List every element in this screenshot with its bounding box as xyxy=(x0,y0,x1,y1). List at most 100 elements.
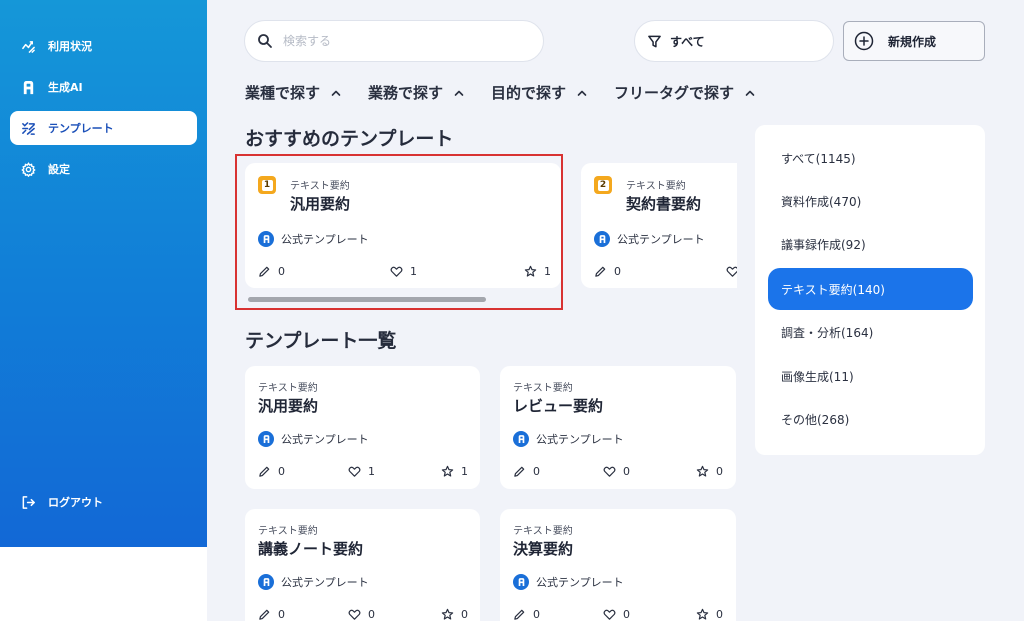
category-item-all[interactable]: すべて(1145) xyxy=(768,137,973,179)
pencil-icon xyxy=(514,466,525,477)
official-label: 公式テンプレート xyxy=(258,574,369,590)
sidebar-item-label: 生成AI xyxy=(48,81,83,94)
chevron-up-icon xyxy=(745,90,755,96)
filter-tab-freetag[interactable]: フリータグで探す xyxy=(614,82,756,103)
filter-icon xyxy=(648,35,661,47)
filter-select-value: すべて xyxy=(670,34,705,49)
filter-tab-purpose[interactable]: 目的で探す xyxy=(491,82,588,103)
filter-tab-business[interactable]: 業務で探す xyxy=(368,82,465,103)
category-item-research[interactable]: 調査・分析(164) xyxy=(768,311,973,353)
ai-logo-icon xyxy=(20,79,36,95)
star-icon xyxy=(441,608,454,620)
official-logo-icon xyxy=(594,231,610,247)
template-card[interactable]: テキスト要約 講義ノート要約 公式テンプレート 0 0 0 xyxy=(245,509,480,621)
filter-tab-label: 業務で探す xyxy=(368,84,444,102)
card-category: テキスト要約 xyxy=(258,526,318,537)
favorite-count[interactable]: 1 xyxy=(441,465,468,478)
card-title: 汎用要約 xyxy=(258,397,319,415)
sidebar-item-label: テンプレート xyxy=(48,122,114,135)
star-icon xyxy=(696,608,709,620)
heart-icon xyxy=(348,466,361,477)
heart-icon xyxy=(603,466,616,477)
pencil-icon xyxy=(514,609,525,620)
category-panel: すべて(1145) 資料作成(470) 議事録作成(92) テキスト要約(140… xyxy=(755,125,985,455)
edit-count[interactable]: 0 xyxy=(513,465,540,478)
category-item-text-summary[interactable]: テキスト要約(140) xyxy=(768,268,973,310)
card-title: 契約書要約 xyxy=(626,195,702,213)
card-category: テキスト要約 xyxy=(258,383,318,394)
filter-tab-industry[interactable]: 業種で探す xyxy=(245,82,342,103)
sidebar-item-ai[interactable]: 生成AI xyxy=(10,70,197,104)
category-item-image[interactable]: 画像生成(11) xyxy=(768,355,973,397)
card-category: テキスト要約 xyxy=(513,526,573,537)
sidebar-item-usage[interactable]: 利用状況 xyxy=(10,29,197,63)
edit-count[interactable]: 0 xyxy=(513,608,540,621)
like-count[interactable] xyxy=(726,265,737,278)
sidebar: 利用状況 生成AI テンプレート 設定 ログアウト xyxy=(0,0,207,547)
card-title: 決算要約 xyxy=(513,540,574,558)
card-title: 講義ノート要約 xyxy=(258,540,364,558)
category-item-minutes[interactable]: 議事録作成(92) xyxy=(768,223,973,265)
filter-tab-label: フリータグで探す xyxy=(614,84,735,102)
official-label: 公式テンプレート xyxy=(594,231,705,247)
card-category: テキスト要約 xyxy=(513,383,573,394)
pencil-icon xyxy=(259,609,270,620)
filter-select[interactable]: すべて xyxy=(634,20,834,62)
template-card[interactable]: テキスト要約 レビュー要約 公式テンプレート 0 0 0 xyxy=(500,366,736,489)
heart-icon xyxy=(603,609,616,620)
usage-icon xyxy=(20,38,36,54)
official-label: 公式テンプレート xyxy=(513,431,624,447)
edit-count[interactable]: 0 xyxy=(258,608,285,621)
rank-badge-icon: 2 xyxy=(594,176,612,194)
favorite-count[interactable]: 0 xyxy=(696,608,723,621)
search-input[interactable] xyxy=(283,34,523,48)
search-bar[interactable] xyxy=(244,20,544,62)
like-count[interactable]: 0 xyxy=(603,465,630,478)
like-count[interactable]: 0 xyxy=(348,608,375,621)
sidebar-footer-area xyxy=(0,547,207,621)
official-logo-icon xyxy=(513,431,529,447)
new-template-button[interactable]: 新規作成 xyxy=(843,21,985,61)
pencil-icon xyxy=(595,266,606,277)
official-logo-icon xyxy=(513,574,529,590)
official-label: 公式テンプレート xyxy=(513,574,624,590)
logout-icon xyxy=(20,494,36,510)
new-template-label: 新規作成 xyxy=(888,34,937,49)
official-logo-icon xyxy=(258,574,274,590)
card-category: テキスト要約 xyxy=(626,181,686,192)
recommended-title: おすすめのテンプレート xyxy=(245,128,454,150)
like-count[interactable]: 0 xyxy=(603,608,630,621)
favorite-count[interactable]: 0 xyxy=(441,608,468,621)
filter-tab-label: 目的で探す xyxy=(491,84,567,102)
star-icon xyxy=(441,465,454,477)
heart-icon xyxy=(348,609,361,620)
gear-icon xyxy=(20,161,36,177)
heart-icon xyxy=(726,266,737,277)
favorite-count[interactable]: 0 xyxy=(696,465,723,478)
chevron-up-icon xyxy=(454,90,464,96)
pencil-icon xyxy=(259,466,270,477)
chevron-up-icon xyxy=(331,90,341,96)
recommended-card[interactable]: 2 テキスト要約 契約書要約 公式テンプレート 0 xyxy=(581,163,737,288)
card-title: レビュー要約 xyxy=(513,397,604,415)
sidebar-item-template[interactable]: テンプレート xyxy=(10,111,197,145)
sidebar-item-label: 利用状況 xyxy=(48,40,92,53)
chevron-up-icon xyxy=(577,90,587,96)
logout-label: ログアウト xyxy=(48,496,103,509)
filter-tabs: 業種で探す 業務で探す 目的で探す フリータグで探す xyxy=(245,82,782,103)
sidebar-item-settings[interactable]: 設定 xyxy=(10,152,197,186)
highlight-frame xyxy=(235,154,563,310)
logout-button[interactable]: ログアウト xyxy=(10,485,197,519)
official-label: 公式テンプレート xyxy=(258,431,369,447)
template-card[interactable]: テキスト要約 決算要約 公式テンプレート 0 0 0 xyxy=(500,509,736,621)
category-item-documents[interactable]: 資料作成(470) xyxy=(768,180,973,222)
template-card[interactable]: テキスト要約 汎用要約 公式テンプレート 0 1 1 xyxy=(245,366,480,489)
like-count[interactable]: 1 xyxy=(348,465,375,478)
category-item-other[interactable]: その他(268) xyxy=(768,398,973,440)
template-icon xyxy=(20,120,36,136)
edit-count[interactable]: 0 xyxy=(258,465,285,478)
edit-count[interactable]: 0 xyxy=(594,265,621,278)
star-icon xyxy=(696,465,709,477)
template-list-title: テンプレート一覧 xyxy=(245,330,397,352)
official-logo-icon xyxy=(258,431,274,447)
